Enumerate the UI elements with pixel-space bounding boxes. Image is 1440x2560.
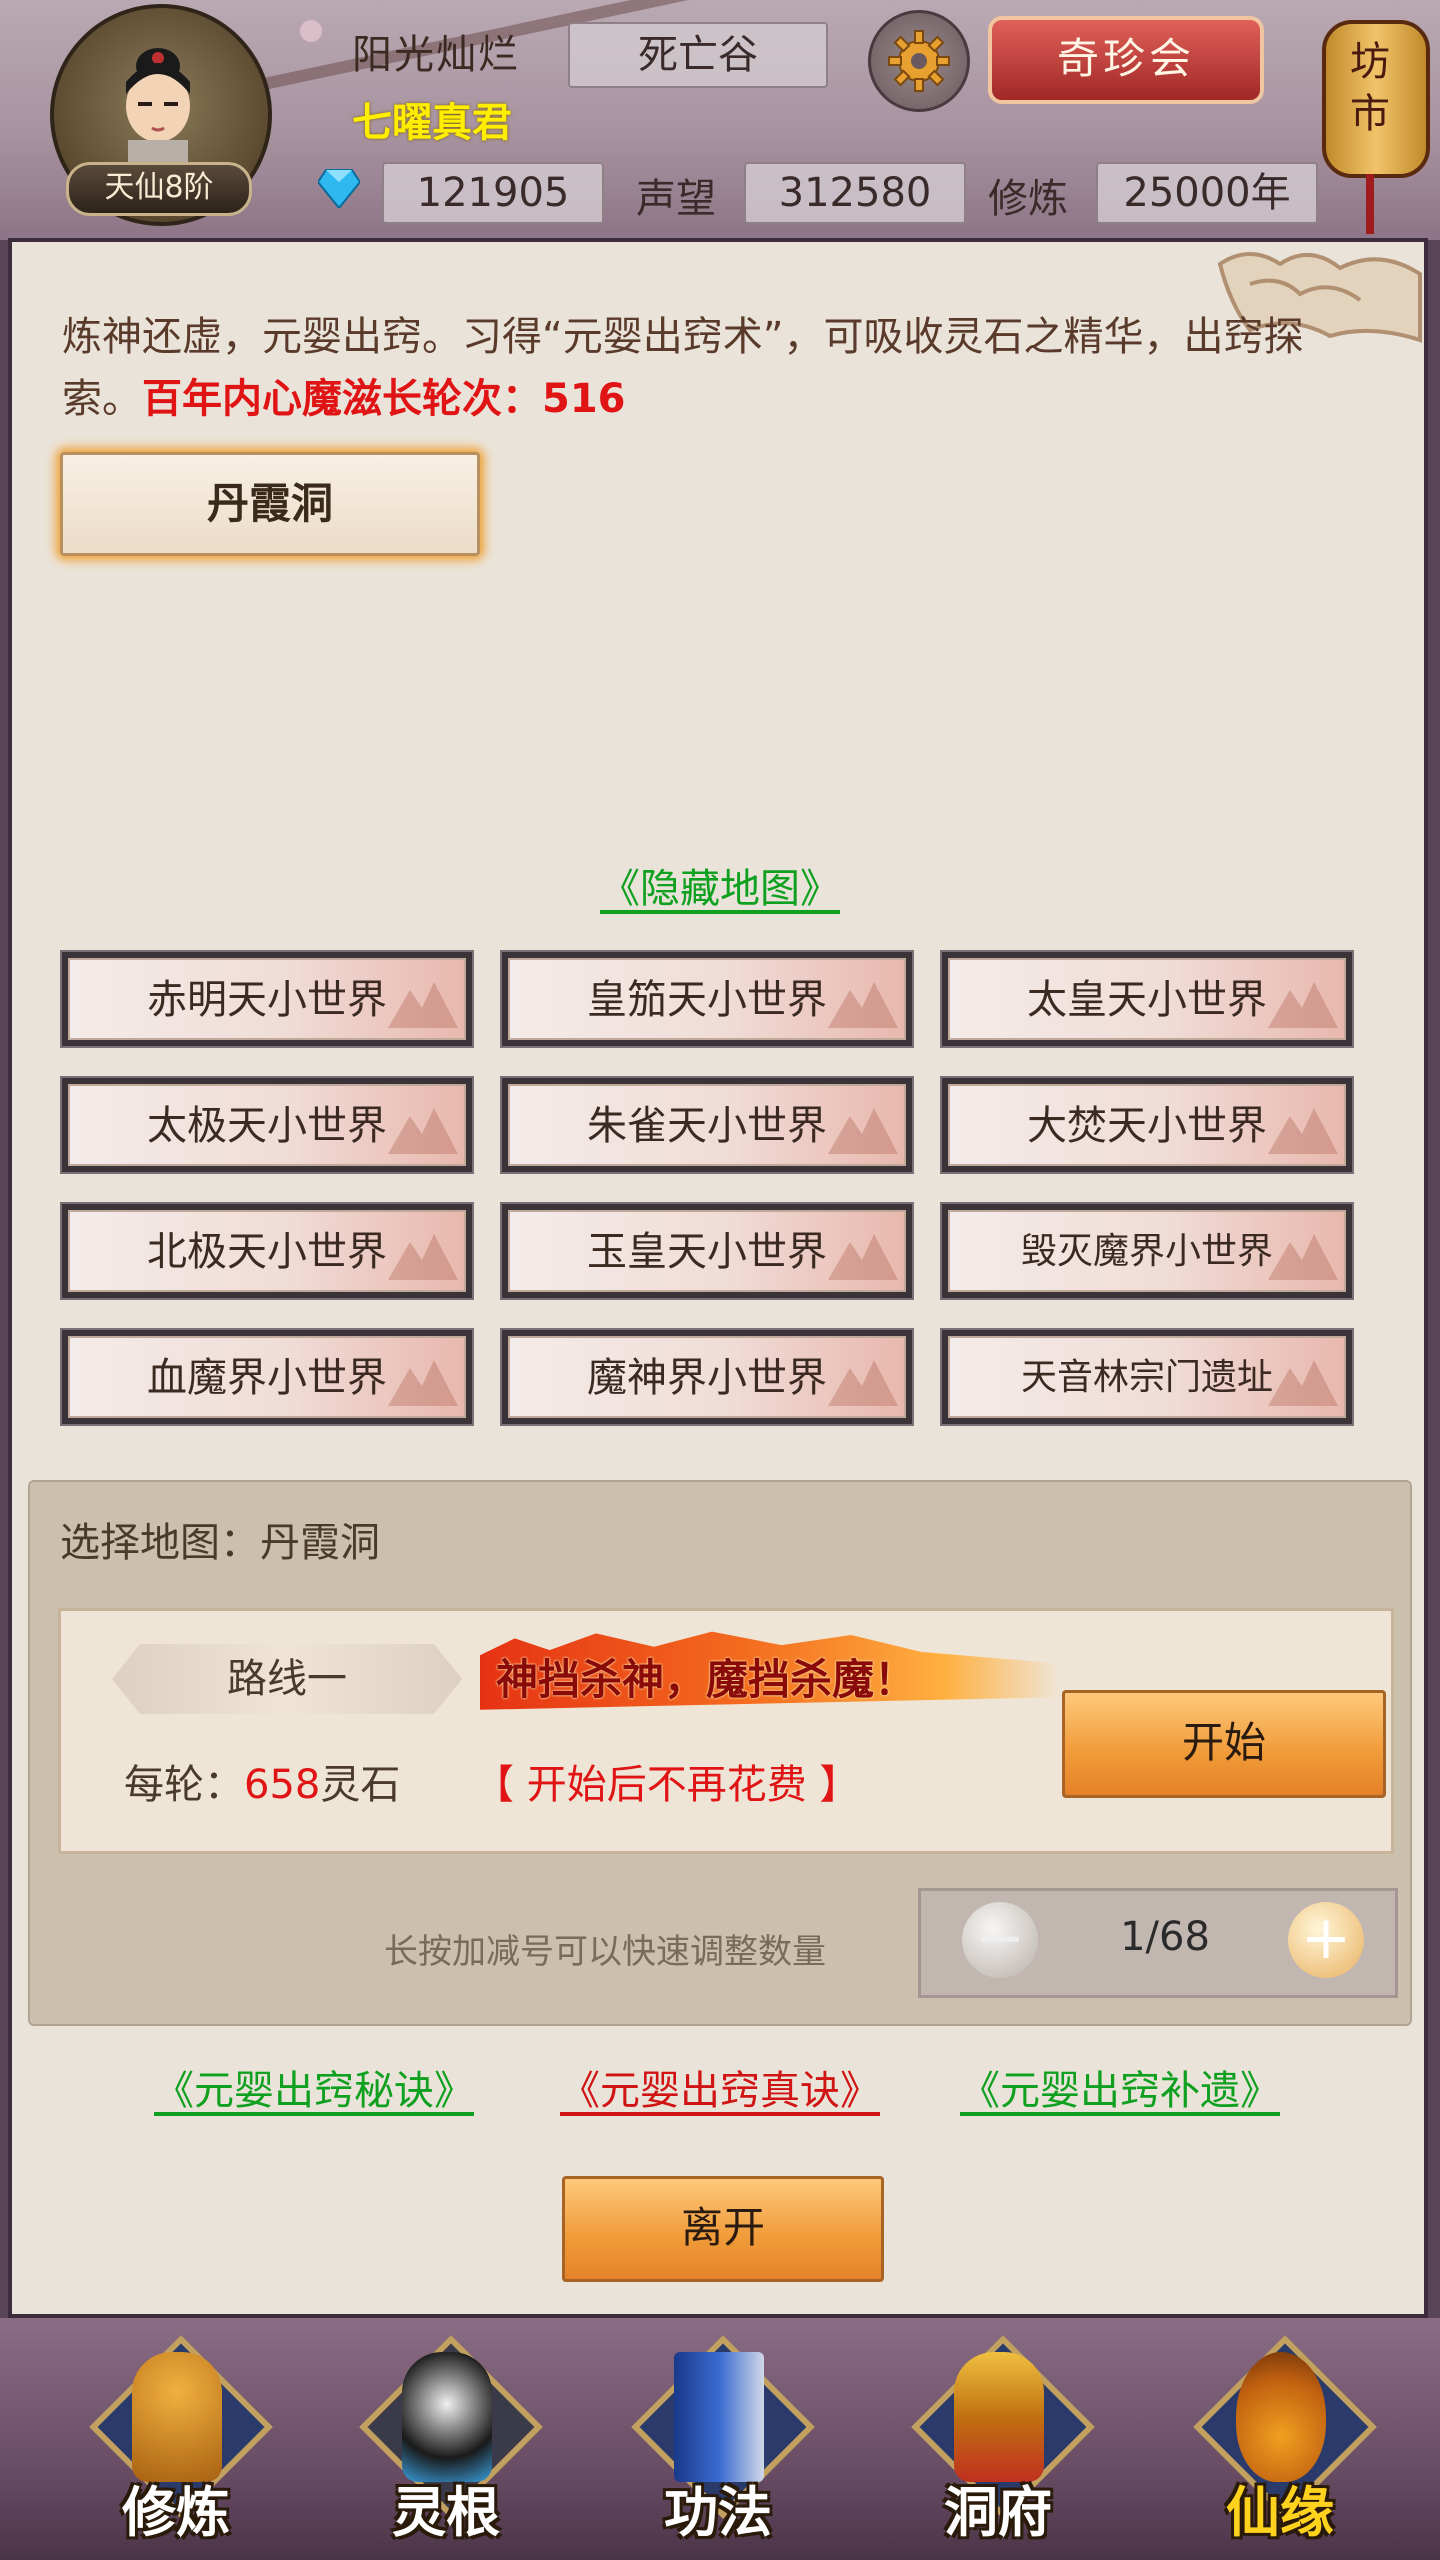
prestige-value: 312580 bbox=[744, 162, 966, 224]
cost-value: 658 bbox=[244, 1762, 321, 1808]
cost-prefix: 每轮： bbox=[124, 1762, 244, 1808]
plus-button[interactable]: + bbox=[1288, 1902, 1364, 1978]
mountain-icon bbox=[1268, 1234, 1338, 1280]
map-button[interactable]: 赤明天小世界 bbox=[60, 950, 474, 1048]
cultivation-label: 修炼 bbox=[988, 176, 1068, 222]
mountain-icon bbox=[1268, 982, 1338, 1028]
map-button-label: 赤明天小世界 bbox=[68, 958, 466, 1040]
spirit-stone-icon bbox=[318, 169, 360, 208]
mountain-icon bbox=[1268, 1360, 1338, 1406]
map-button[interactable]: 大焚天小世界 bbox=[940, 1076, 1354, 1174]
nav-spirit-root[interactable]: 灵根 bbox=[346, 2335, 546, 2552]
sword-icon bbox=[402, 2352, 492, 2482]
map-button-label: 北极天小世界 bbox=[68, 1210, 466, 1292]
map-button[interactable]: 血魔界小世界 bbox=[60, 1328, 474, 1426]
mountain-icon bbox=[388, 982, 458, 1028]
cost-per-round: 每轮：658灵石 bbox=[124, 1752, 400, 1810]
map-button-label: 太极天小世界 bbox=[68, 1084, 466, 1166]
map-button[interactable]: 太极天小世界 bbox=[60, 1076, 474, 1174]
player-avatar[interactable]: 天仙8阶 bbox=[50, 4, 272, 226]
map-button-label: 毁灭魔界小世界 bbox=[948, 1210, 1346, 1292]
gourd-icon bbox=[1236, 2352, 1326, 2482]
map-button[interactable]: 北极天小世界 bbox=[60, 1202, 474, 1300]
spirit-stone-count: 121905 bbox=[382, 162, 604, 224]
book-link-true[interactable]: 《元婴出窍真诀》 bbox=[530, 2058, 910, 2116]
mountain-icon bbox=[388, 1234, 458, 1280]
map-button[interactable]: 天音林宗门遗址 bbox=[940, 1328, 1354, 1426]
book-link-supplement[interactable]: 《元婴出窍补遗》 bbox=[930, 2058, 1310, 2116]
gear-icon bbox=[888, 30, 950, 92]
nav-label: 洞府 bbox=[944, 2481, 1052, 2544]
quantity-value: 1/68 bbox=[1120, 1914, 1210, 1960]
mountain-icon bbox=[828, 1234, 898, 1280]
market-label: 坊市 bbox=[1350, 39, 1390, 137]
selected-map-title: 选择地图：丹霞洞 bbox=[60, 1520, 380, 1566]
route-slogan: 神挡杀神，魔挡杀魔！ bbox=[496, 1655, 917, 1704]
player-title: 七曜真君 bbox=[352, 100, 512, 146]
blossom-decoration bbox=[300, 20, 322, 42]
leave-button[interactable]: 离开 bbox=[562, 2176, 884, 2282]
start-button[interactable]: 开始 bbox=[1062, 1690, 1386, 1798]
intro-highlight: 百年内心魔滋长轮次：516 bbox=[142, 376, 626, 422]
mountain-icon bbox=[828, 982, 898, 1028]
nav-cave[interactable]: 洞府 bbox=[898, 2335, 1098, 2552]
settings-button[interactable] bbox=[868, 10, 970, 112]
map-button-label: 太皇天小世界 bbox=[948, 958, 1346, 1040]
player-name: 阳光灿烂 bbox=[352, 32, 520, 78]
map-button-label: 天音林宗门遗址 bbox=[948, 1336, 1346, 1418]
nav-label: 修炼 bbox=[122, 2481, 230, 2544]
map-button[interactable]: 皇笳天小世界 bbox=[500, 950, 914, 1048]
mountain-icon bbox=[1268, 1108, 1338, 1154]
nav-cultivate[interactable]: 修炼 bbox=[76, 2335, 276, 2552]
rank-badge: 天仙8阶 bbox=[66, 162, 252, 216]
pagoda-icon bbox=[954, 2352, 1044, 2482]
map-button-label: 玉皇天小世界 bbox=[508, 1210, 906, 1292]
mountain-icon bbox=[388, 1108, 458, 1154]
map-button-label: 魔神界小世界 bbox=[508, 1336, 906, 1418]
nav-label: 仙缘 bbox=[1226, 2481, 1334, 2544]
map-button[interactable]: 毁灭魔界小世界 bbox=[940, 1202, 1354, 1300]
location-box: 死亡谷 bbox=[568, 22, 828, 88]
book-link-secret[interactable]: 《元婴出窍秘诀》 bbox=[124, 2058, 504, 2116]
map-button[interactable]: 太皇天小世界 bbox=[940, 950, 1354, 1048]
map-button-label: 血魔界小世界 bbox=[68, 1336, 466, 1418]
monk-icon bbox=[132, 2352, 222, 2482]
cultivation-value: 25000年 bbox=[1096, 162, 1318, 224]
map-button[interactable]: 魔神界小世界 bbox=[500, 1328, 914, 1426]
book-icon bbox=[674, 2352, 764, 2482]
map-grid: 赤明天小世界 皇笳天小世界 太皇天小世界 太极天小世界 朱雀天小世界 大焚天小世… bbox=[60, 950, 1358, 1428]
minus-button[interactable]: − bbox=[962, 1902, 1038, 1978]
hidden-map-link[interactable]: 《隐藏地图》 bbox=[560, 856, 880, 914]
market-lantern-button[interactable]: 坊市 bbox=[1318, 0, 1430, 240]
quantity-hint: 长按加减号可以快速调整数量 bbox=[384, 1932, 826, 1972]
no-cost-note: 【 开始后不再花费 】 bbox=[474, 1762, 860, 1808]
mountain-icon bbox=[388, 1360, 458, 1406]
avatar-portrait-icon bbox=[126, 48, 190, 174]
map-button-label: 皇笳天小世界 bbox=[508, 958, 906, 1040]
nav-techniques[interactable]: 功法 bbox=[618, 2335, 818, 2552]
nav-label: 功法 bbox=[664, 2481, 772, 2544]
mountain-icon bbox=[828, 1108, 898, 1154]
intro-text-block: 炼神还虚，元婴出窍。习得“元婴出窍术”，可吸收灵石之精华，出窍探索。百年内心魔滋… bbox=[62, 306, 1312, 430]
treasure-shop-button[interactable]: 奇珍会 bbox=[988, 16, 1264, 104]
map-button[interactable]: 玉皇天小世界 bbox=[500, 1202, 914, 1300]
nav-label: 灵根 bbox=[392, 2481, 500, 2544]
selected-map-button[interactable]: 丹霞洞 bbox=[60, 452, 480, 556]
lantern-tassel bbox=[1366, 174, 1374, 234]
map-button-label: 大焚天小世界 bbox=[948, 1084, 1346, 1166]
nav-fortune[interactable]: 仙缘 bbox=[1180, 2335, 1380, 2552]
map-button-label: 朱雀天小世界 bbox=[508, 1084, 906, 1166]
map-button[interactable]: 朱雀天小世界 bbox=[500, 1076, 914, 1174]
prestige-label: 声望 bbox=[636, 176, 716, 222]
cost-unit: 灵石 bbox=[320, 1762, 401, 1808]
route-tab[interactable]: 路线一 bbox=[112, 1644, 462, 1714]
mountain-icon bbox=[828, 1360, 898, 1406]
